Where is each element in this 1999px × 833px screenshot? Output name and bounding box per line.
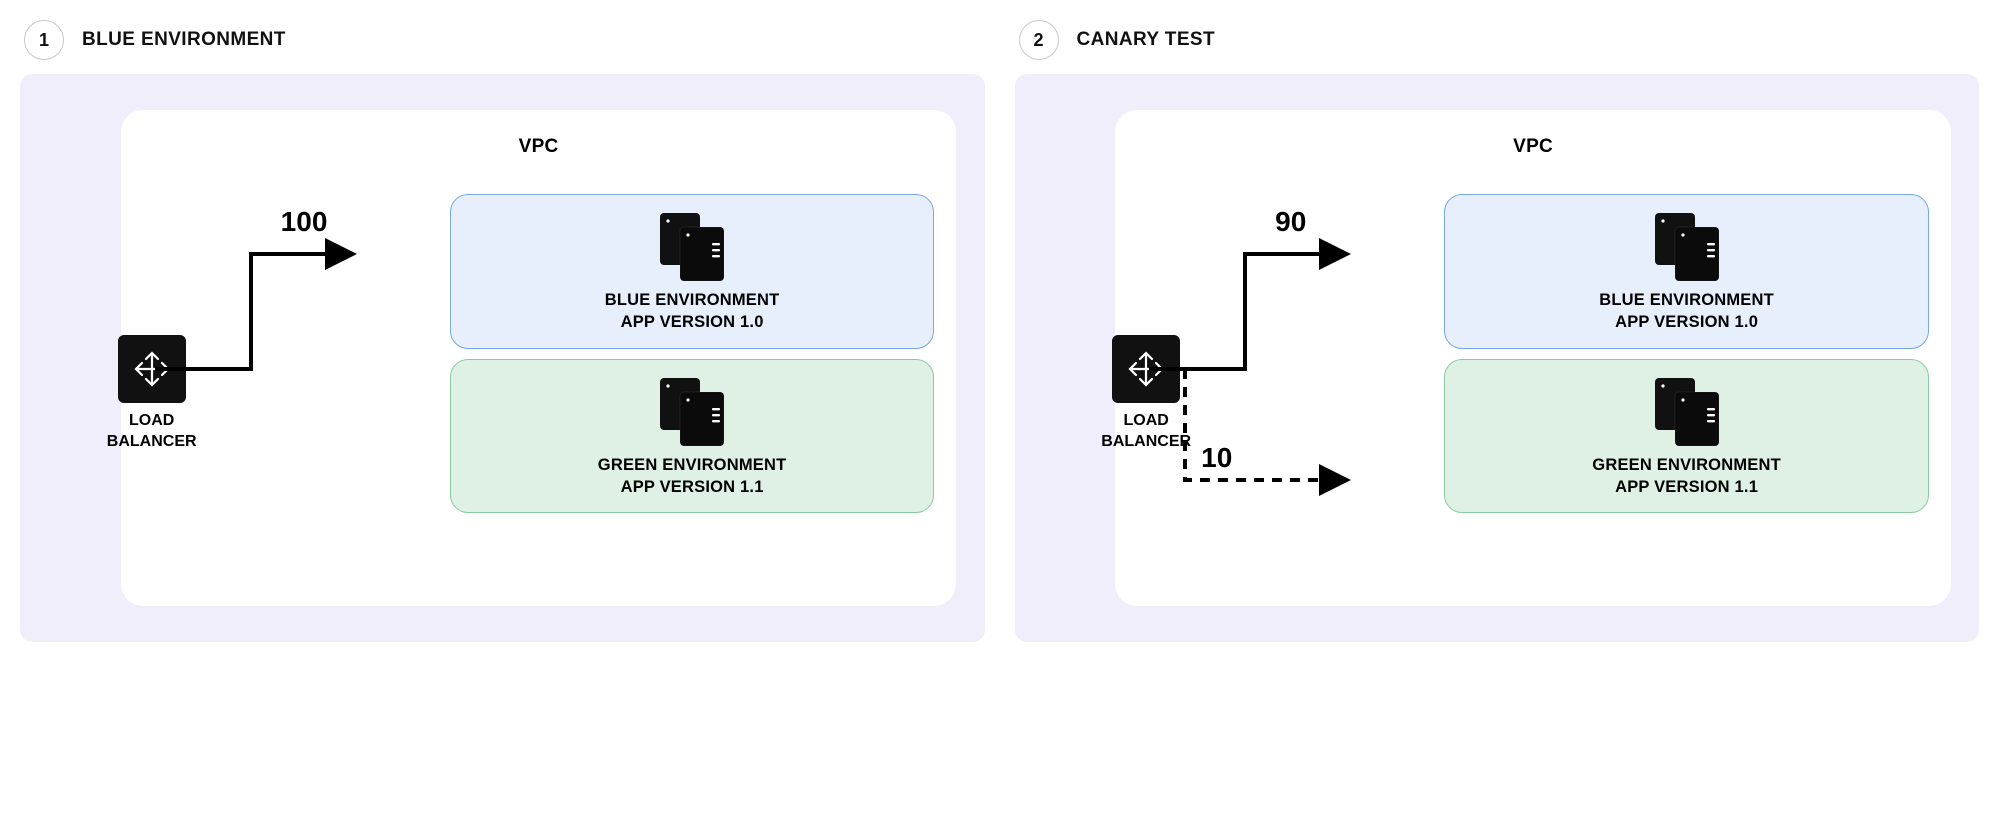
load-balancer-label: LOAD BALANCER bbox=[87, 411, 217, 453]
panel-header: 1 BLUE ENVIRONMENT bbox=[20, 20, 985, 60]
vpc-container: VPC LOAD BALANCER 100 bbox=[121, 110, 957, 606]
panel: 1 BLUE ENVIRONMENT VPC LOAD BALANCER 100 bbox=[20, 20, 985, 642]
step-badge: 1 bbox=[24, 20, 64, 60]
blue-env-label: BLUE ENVIRONMENT APP VERSION 1.0 bbox=[1599, 289, 1774, 334]
traffic-weight-blue: 100 bbox=[281, 206, 328, 238]
step-number: 2 bbox=[1033, 30, 1043, 51]
step-number: 1 bbox=[39, 30, 49, 51]
blue-environment-box: BLUE ENVIRONMENT APP VERSION 1.0 bbox=[450, 194, 935, 349]
traffic-weight-green: 10 bbox=[1201, 442, 1232, 474]
environment-stack: BLUE ENVIRONMENT APP VERSION 1.0 GREEN E… bbox=[450, 194, 935, 513]
panel-body: VPC LOAD BALANCER 100 bbox=[20, 74, 985, 642]
panel-title: CANARY TEST bbox=[1077, 29, 1215, 51]
traffic-weight-blue: 90 bbox=[1275, 206, 1306, 238]
load-balancer-label: LOAD BALANCER bbox=[1081, 411, 1211, 453]
vpc-label: VPC bbox=[143, 130, 935, 158]
green-env-label: GREEN ENVIRONMENT APP VERSION 1.1 bbox=[598, 454, 787, 499]
blue-env-label: BLUE ENVIRONMENT APP VERSION 1.0 bbox=[605, 289, 780, 334]
step-badge: 2 bbox=[1019, 20, 1059, 60]
load-balancer: LOAD BALANCER bbox=[1081, 335, 1211, 453]
panel-header: 2 CANARY TEST bbox=[1015, 20, 1980, 60]
blue-environment-box: BLUE ENVIRONMENT APP VERSION 1.0 bbox=[1444, 194, 1929, 349]
panel-body: VPC LOAD BALANCER 90 10 bbox=[1015, 74, 1980, 642]
panel: 2 CANARY TEST VPC LOAD BALANCER 90 10 bbox=[1015, 20, 1980, 642]
load-balancer-icon bbox=[1112, 335, 1180, 403]
load-balancer-icon bbox=[118, 335, 186, 403]
panel-title: BLUE ENVIRONMENT bbox=[82, 29, 286, 51]
green-environment-box: GREEN ENVIRONMENT APP VERSION 1.1 bbox=[1444, 359, 1929, 514]
green-environment-box: GREEN ENVIRONMENT APP VERSION 1.1 bbox=[450, 359, 935, 514]
servers-icon bbox=[1645, 213, 1729, 281]
servers-icon bbox=[650, 213, 734, 281]
load-balancer: LOAD BALANCER bbox=[87, 335, 217, 453]
green-env-label: GREEN ENVIRONMENT APP VERSION 1.1 bbox=[1592, 454, 1781, 499]
servers-icon bbox=[1645, 378, 1729, 446]
vpc-container: VPC LOAD BALANCER 90 10 bbox=[1115, 110, 1951, 606]
vpc-label: VPC bbox=[1137, 130, 1929, 158]
environment-stack: BLUE ENVIRONMENT APP VERSION 1.0 GREEN E… bbox=[1444, 194, 1929, 513]
servers-icon bbox=[650, 378, 734, 446]
